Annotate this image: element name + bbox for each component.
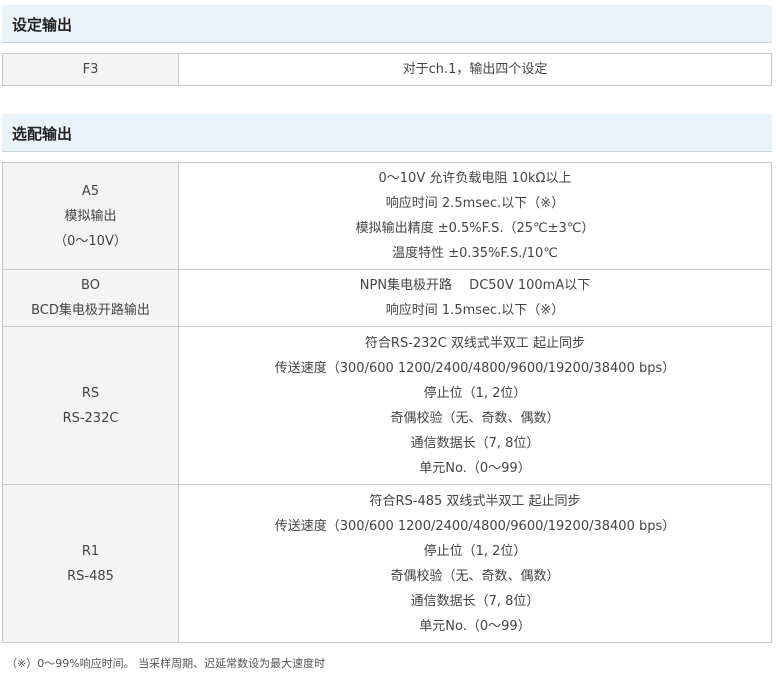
model-name: RS-232C: [62, 410, 119, 426]
model-code: RS: [81, 385, 100, 401]
spec-line: 停止位（1, 2位）: [423, 385, 527, 401]
setting-output-table: F3 对于ch.1，输出四个设定: [2, 53, 772, 86]
model-code-cell: A5 模拟输出 （0～10V）: [2, 162, 179, 270]
spec-line: 传送速度（300/600 1200/2400/4800/9600/19200/3…: [274, 518, 676, 534]
model-code: R1: [81, 543, 100, 559]
model-code-cell: RS RS-232C: [2, 326, 179, 485]
section-title: 设定输出: [12, 16, 73, 34]
spec-line: 符合RS-485 双线式半双工 起止同步: [369, 493, 581, 509]
table-row: A5 模拟输出 （0～10V） 0～10V 允许负载电阻 10kΩ以上 响应时间…: [2, 162, 772, 270]
table-row: R1 RS-485 符合RS-485 双线式半双工 起止同步 传送速度（300/…: [2, 484, 772, 643]
model-name: 模拟输出: [64, 208, 117, 224]
table-row: BO BCD集电极开路输出 NPN集电极开路 DC50V 100mA以下 响应时…: [2, 269, 772, 327]
model-name: RS-485: [67, 568, 114, 584]
model-range: （0～10V）: [54, 233, 127, 249]
table-row: RS RS-232C 符合RS-232C 双线式半双工 起止同步 传送速度（30…: [2, 326, 772, 485]
spec-cell: NPN集电极开路 DC50V 100mA以下 响应时间 1.5msec.以下（※…: [178, 269, 772, 327]
model-name: BCD集电极开路输出: [31, 303, 150, 318]
model-code: F3: [82, 62, 99, 77]
spec-line: 奇偶校验（无、奇数、偶数）: [390, 410, 560, 426]
spec-line: 单元No.（0～99）: [419, 460, 531, 476]
spec-line: 通信数据长（7, 8位）: [410, 593, 540, 609]
spec-cell: 对于ch.1，输出四个设定: [178, 53, 772, 86]
spec-line: 对于ch.1，输出四个设定: [402, 62, 548, 77]
spec-cell: 符合RS-485 双线式半双工 起止同步 传送速度（300/600 1200/2…: [178, 484, 772, 643]
table-row: F3 对于ch.1，输出四个设定: [2, 53, 772, 86]
section-header-setting-output: 设定输出: [2, 5, 772, 43]
spec-line: 响应时间 1.5msec.以下（※）: [385, 303, 565, 318]
model-code: A5: [81, 183, 100, 199]
model-code-cell: R1 RS-485: [2, 484, 179, 643]
model-code-cell: BO BCD集电极开路输出: [2, 269, 179, 327]
section-header-option-output: 选配输出: [2, 114, 772, 152]
spec-line: 模拟输出精度 ±0.5%F.S.（25℃±3℃）: [355, 221, 595, 236]
spec-line: 通信数据长（7, 8位）: [410, 435, 540, 451]
spec-line: 响应时间 2.5msec.以下（※）: [385, 196, 565, 211]
spec-line: 0～10V 允许负载电阻 10kΩ以上: [378, 171, 572, 186]
model-code-cell: F3: [2, 53, 179, 86]
spec-line: 停止位（1, 2位）: [423, 543, 527, 559]
spec-line: 温度特性 ±0.35%F.S./10℃: [392, 246, 558, 261]
spec-cell: 0～10V 允许负载电阻 10kΩ以上 响应时间 2.5msec.以下（※） 模…: [178, 162, 772, 270]
spec-line: 单元No.（0～99）: [419, 618, 531, 634]
footnote: （※）0～99%响应时间。 当采样周期、迟延常数设为最大速度时: [6, 657, 326, 670]
model-code: BO: [81, 278, 100, 293]
spec-line: NPN集电极开路 DC50V 100mA以下: [359, 278, 591, 293]
spec-line: 符合RS-232C 双线式半双工 起止同步: [364, 335, 586, 351]
option-output-table: A5 模拟输出 （0～10V） 0～10V 允许负载电阻 10kΩ以上 响应时间…: [2, 162, 772, 643]
spec-cell: 符合RS-232C 双线式半双工 起止同步 传送速度（300/600 1200/…: [178, 326, 772, 485]
section-title: 选配输出: [12, 125, 73, 143]
spec-line: 奇偶校验（无、奇数、偶数）: [390, 568, 560, 584]
spec-line: 传送速度（300/600 1200/2400/4800/9600/19200/3…: [274, 360, 676, 376]
